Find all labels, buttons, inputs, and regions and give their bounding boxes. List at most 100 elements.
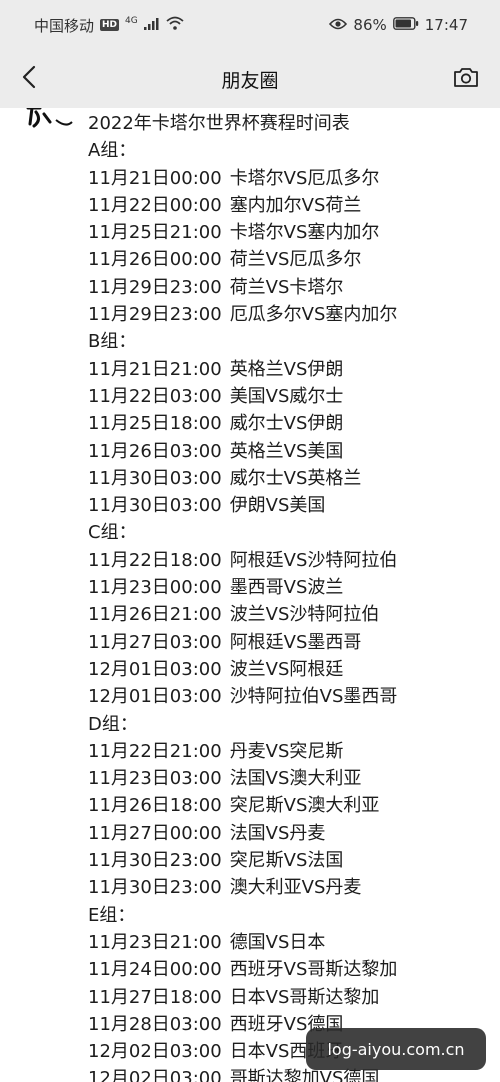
match-time: 11月25日18:00 xyxy=(88,413,222,435)
match-time: 11月23日00:00 xyxy=(88,577,222,599)
match-teams: 突尼斯VS澳大利亚 xyxy=(229,795,380,817)
match-teams: 塞内加尔VS荷兰 xyxy=(229,194,362,216)
back-button[interactable] xyxy=(10,60,48,98)
list-item: 11月25日18:00 威尔士VS伊朗 xyxy=(88,410,488,437)
status-left: 中国移动 HD 4G xyxy=(34,15,184,36)
match-time: 11月30日23:00 xyxy=(88,850,222,872)
match-time: 11月22日00:00 xyxy=(88,194,222,216)
match-time: 11月30日03:00 xyxy=(88,495,222,517)
list-item: 11月27日00:00 法国VS丹麦 xyxy=(88,820,488,847)
match-teams: 英格兰VS伊朗 xyxy=(229,358,344,380)
match-teams: 波兰VS沙特阿拉伯 xyxy=(229,604,380,626)
match-teams: 法国VS澳大利亚 xyxy=(229,768,362,790)
watermark: log-aiyou.com.cn xyxy=(306,1028,486,1070)
match-time: 11月22日03:00 xyxy=(88,385,222,407)
match-time: 11月27日03:00 xyxy=(88,631,222,653)
list-item: 11月24日00:00 西班牙VS哥斯达黎加 xyxy=(88,956,488,983)
match-teams: 丹麦VS突尼斯 xyxy=(229,740,344,762)
status-right: 86% 17:47 xyxy=(329,16,468,34)
match-teams: 阿根廷VS墨西哥 xyxy=(229,631,362,653)
list-item: 12月01日03:00 沙特阿拉伯VS墨西哥 xyxy=(88,683,488,710)
list-item: 11月26日03:00 英格兰VS美国 xyxy=(88,438,488,465)
match-time: 11月21日00:00 xyxy=(88,167,222,189)
match-teams: 卡塔尔VS塞内加尔 xyxy=(229,222,380,244)
match-time: 11月23日03:00 xyxy=(88,768,222,790)
list-item: 11月26日18:00 突尼斯VS澳大利亚 xyxy=(88,792,488,819)
list-item: 11月22日03:00 美国VS威尔士 xyxy=(88,383,488,410)
network-type: 4G xyxy=(125,16,138,26)
match-teams: 阿根廷VS沙特阿拉伯 xyxy=(229,549,398,571)
match-teams: 突尼斯VS法国 xyxy=(229,850,344,872)
list-item: 11月23日21:00 德国VS日本 xyxy=(88,929,488,956)
list-item: 11月23日00:00 墨西哥VS波兰 xyxy=(88,574,488,601)
match-teams: 澳大利亚VS丹麦 xyxy=(229,877,362,899)
match-time: 11月26日00:00 xyxy=(88,249,222,271)
match-teams: 西班牙VS哥斯达黎加 xyxy=(229,959,398,981)
match-time: 11月24日00:00 xyxy=(88,959,222,981)
list-item: 11月22日00:00 塞内加尔VS荷兰 xyxy=(88,192,488,219)
list-item: 11月22日21:00 丹麦VS突尼斯 xyxy=(88,738,488,765)
match-time: 11月30日23:00 xyxy=(88,877,222,899)
match-time: 11月29日23:00 xyxy=(88,304,222,326)
match-teams: 卡塔尔VS厄瓜多尔 xyxy=(229,167,380,189)
list-item: 11月26日21:00 波兰VS沙特阿拉伯 xyxy=(88,601,488,628)
match-time: 11月23日21:00 xyxy=(88,931,222,953)
match-time: 11月25日21:00 xyxy=(88,222,222,244)
list-item: 11月30日23:00 突尼斯VS法国 xyxy=(88,847,488,874)
list-item: 11月29日23:00 荷兰VS卡塔尔 xyxy=(88,274,488,301)
match-teams: 伊朗VS美国 xyxy=(229,495,326,517)
page-title: 朋友圈 xyxy=(221,69,279,92)
match-time: 11月22日21:00 xyxy=(88,740,222,762)
match-teams: 威尔士VS英格兰 xyxy=(229,467,362,489)
list-item: 11月22日18:00 阿根廷VS沙特阿拉伯 xyxy=(88,547,488,574)
chevron-left-icon xyxy=(22,65,36,93)
match-time: 11月28日03:00 xyxy=(88,1013,222,1035)
match-time: 11月29日23:00 xyxy=(88,276,222,298)
match-time: 12月02日03:00 xyxy=(88,1041,222,1063)
post-title: 2022年卡塔尔世界杯赛程时间表 xyxy=(88,113,350,134)
list-item: 11月30日23:00 澳大利亚VS丹麦 xyxy=(88,874,488,901)
match-teams: 英格兰VS美国 xyxy=(229,440,344,462)
match-teams: 威尔士VS伊朗 xyxy=(229,413,344,435)
list-item: 11月23日03:00 法国VS澳大利亚 xyxy=(88,765,488,792)
match-time: 12月01日03:00 xyxy=(88,658,222,680)
list-item: 11月30日03:00 伊朗VS美国 xyxy=(88,492,488,519)
match-time: 12月01日03:00 xyxy=(88,686,222,708)
match-time: 11月27日18:00 xyxy=(88,986,222,1008)
match-time: 11月26日18:00 xyxy=(88,795,222,817)
list-item: 11月21日21:00 英格兰VS伊朗 xyxy=(88,356,488,383)
carrier-label: 中国移动 xyxy=(34,16,95,35)
battery-percent: 86% xyxy=(353,16,387,34)
eye-icon xyxy=(329,16,348,34)
match-teams: 沙特阿拉伯VS墨西哥 xyxy=(229,686,398,708)
match-time: 12月02日03:00 xyxy=(88,1068,222,1082)
camera-icon xyxy=(453,66,479,92)
avatar[interactable] xyxy=(22,108,76,134)
match-teams: 法国VS丹麦 xyxy=(229,822,326,844)
nav-bar: 朋友圈 xyxy=(0,50,500,109)
list-item: 11月25日21:00 卡塔尔VS塞内加尔 xyxy=(88,219,488,246)
match-time: 11月22日18:00 xyxy=(88,549,222,571)
signal-icon xyxy=(143,16,160,34)
match-teams: 厄瓜多尔VS塞内加尔 xyxy=(229,304,398,326)
match-teams: 哥斯达黎加VS德国 xyxy=(229,1068,380,1082)
moments-feed[interactable]: 2022年卡塔尔世界杯赛程时间表 A组： 11月21日00:00 卡塔尔VS厄瓜多… xyxy=(0,108,500,1082)
match-teams: 德国VS日本 xyxy=(229,931,326,953)
match-teams: 荷兰VS厄瓜多尔 xyxy=(229,249,362,271)
camera-button[interactable] xyxy=(446,60,486,98)
list-item: 11月27日03:00 阿根廷VS墨西哥 xyxy=(88,629,488,656)
group-label: E组： xyxy=(88,904,136,926)
post-body: 2022年卡塔尔世界杯赛程时间表 A组： 11月21日00:00 卡塔尔VS厄瓜多… xyxy=(88,110,488,1082)
match-time: 11月27日00:00 xyxy=(88,822,222,844)
group-label: C组： xyxy=(88,522,137,544)
match-time: 11月21日21:00 xyxy=(88,358,222,380)
list-item: 11月27日18:00 日本VS哥斯达黎加 xyxy=(88,984,488,1011)
hd-badge: HD xyxy=(100,19,120,31)
list-item: 11月30日03:00 威尔士VS英格兰 xyxy=(88,465,488,492)
match-teams: 美国VS威尔士 xyxy=(229,385,344,407)
status-bar: 中国移动 HD 4G 86% 17:47 xyxy=(0,0,500,50)
match-time: 11月26日03:00 xyxy=(88,440,222,462)
match-time: 11月26日21:00 xyxy=(88,604,222,626)
list-item: 11月26日00:00 荷兰VS厄瓜多尔 xyxy=(88,246,488,273)
match-teams: 荷兰VS卡塔尔 xyxy=(229,276,344,298)
